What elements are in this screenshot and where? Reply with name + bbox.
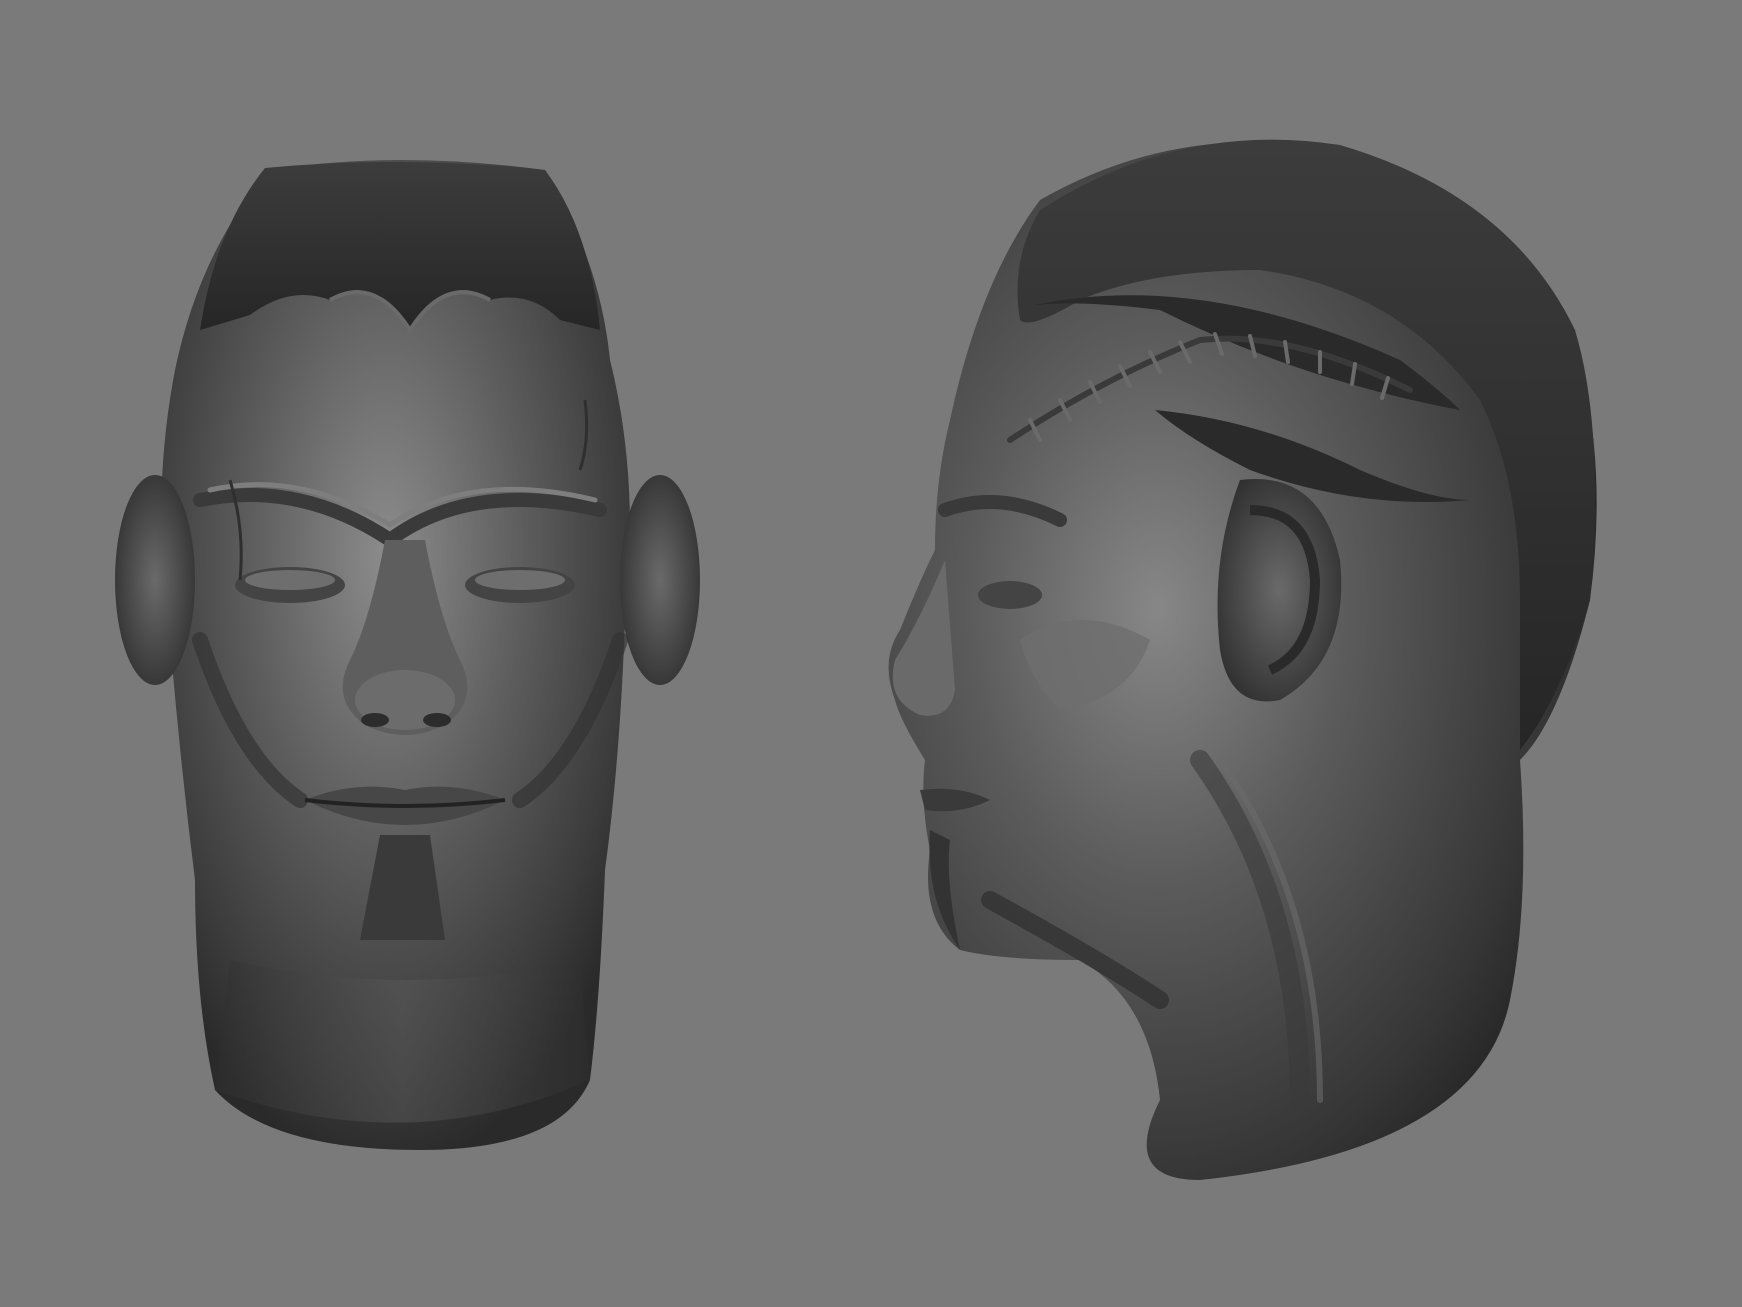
sculpt-scene <box>115 139 1597 1181</box>
side-eye <box>978 581 1042 609</box>
side-head <box>888 139 1597 1181</box>
front-head <box>115 160 700 1150</box>
front-left-ear <box>115 475 195 685</box>
viewport-canvas <box>0 0 1742 1307</box>
front-right-ear <box>620 475 700 685</box>
front-hair-crest <box>200 161 600 330</box>
